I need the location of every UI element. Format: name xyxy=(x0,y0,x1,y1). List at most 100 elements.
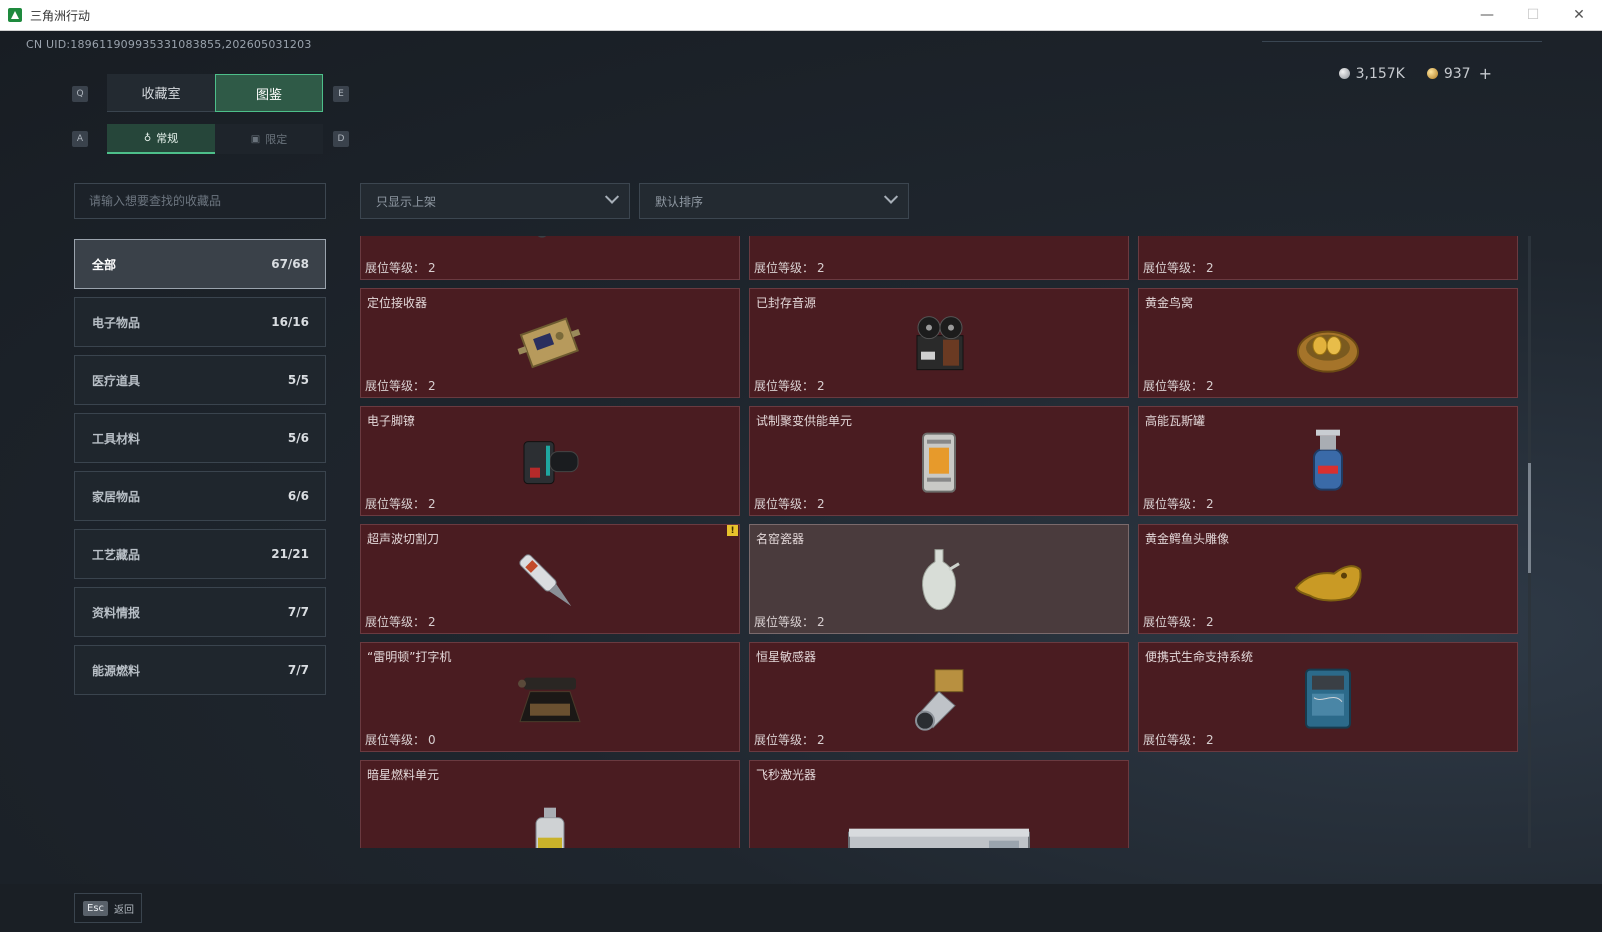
sort-dropdown-value: 默认排序 xyxy=(655,194,704,209)
item-level-value: 0 xyxy=(428,733,436,747)
item-level-value: 2 xyxy=(428,497,436,511)
category-label: 医疗道具 xyxy=(92,373,141,388)
category-label: 全部 xyxy=(92,257,117,272)
reel-recorder-icon xyxy=(897,303,981,387)
item-level-label: 展位等级： xyxy=(754,733,815,747)
subtab-regular[interactable]: ♁ 常规 xyxy=(107,124,215,154)
item-level-label: 展位等级： xyxy=(365,261,426,275)
item-level-value: 2 xyxy=(1206,261,1214,275)
category-label: 家居物品 xyxy=(92,489,141,504)
minimize-button[interactable]: — xyxy=(1464,0,1510,31)
sort-dropdown[interactable]: 默认排序 xyxy=(639,183,909,219)
item-level-label: 展位等级： xyxy=(365,733,426,747)
search-input[interactable] xyxy=(74,183,326,219)
window-titlebar: 三角洲行动 — ☐ ✕ xyxy=(0,0,1602,31)
item-level: 展位等级： 2 xyxy=(1143,731,1214,748)
fuel-canister-icon xyxy=(508,796,592,848)
key-hint-e: E xyxy=(333,86,349,102)
limited-icon: ▣ xyxy=(250,133,261,145)
gold-coin-icon xyxy=(1426,68,1438,79)
collection-item-card[interactable]: 超声波切割刀 展位等级： 2! xyxy=(360,524,740,634)
item-level: 展位等级： 0 xyxy=(365,731,436,748)
item-name: 电子脚镣 xyxy=(367,414,416,428)
collection-item-card[interactable]: 电子脚镣展位等级： 2 xyxy=(360,406,740,516)
item-level: 展位等级： 2 xyxy=(754,377,825,394)
filter-dropdown[interactable]: 只显示上架 xyxy=(360,183,630,219)
item-level-value: 2 xyxy=(1206,497,1214,511)
add-currency-button[interactable]: + xyxy=(1479,64,1492,83)
category-household[interactable]: 家居物品 6/6 xyxy=(74,471,326,521)
collection-item-card[interactable]: 展位等级： 2 xyxy=(360,236,740,280)
main-area: CN UID:18961190993533108385​5,2026050312… xyxy=(0,31,1602,884)
item-name: 便携式生命支持系统 xyxy=(1145,650,1254,664)
category-count: 21/21 xyxy=(271,547,309,561)
item-grid-viewport: 展位等级： 2 展位等级： 2 展位等级： 2 定位接收器 展位等级： 2 已封存音源 展位等级： 2… xyxy=(360,236,1520,848)
item-level: 展位等级： 2 xyxy=(365,495,436,512)
category-label: 能源燃料 xyxy=(92,663,141,678)
app-logo-icon xyxy=(8,8,22,22)
item-level: 展位等级： 2 xyxy=(754,613,825,630)
collection-item-card[interactable]: 定位接收器展位等级： 2 xyxy=(360,288,740,398)
chevron-down-icon xyxy=(604,189,620,204)
category-energy[interactable]: 能源燃料 7/7 xyxy=(74,645,326,695)
item-level-label: 展位等级： xyxy=(1143,615,1204,629)
back-button[interactable]: Esc 返回 xyxy=(74,893,142,923)
item-level-value: 2 xyxy=(428,379,436,393)
collection-item-card[interactable]: 飞秒激光器 xyxy=(749,760,1129,848)
collection-item-card[interactable]: 便携式生命支持系统 展位等级： 2 xyxy=(1138,642,1518,752)
collection-item-card[interactable]: 展位等级： 2 xyxy=(749,236,1129,280)
item-level: 展位等级： 2 xyxy=(1143,495,1214,512)
item-grid: 展位等级： 2 展位等级： 2 展位等级： 2 定位接收器 展位等级： 2 已封存音源 展位等级： 2… xyxy=(360,236,1518,848)
item-name: 飞秒激光器 xyxy=(756,768,817,782)
regular-icon: ♁ xyxy=(143,132,152,144)
silver-currency: 3,157K xyxy=(1338,65,1405,82)
item-level-value: 2 xyxy=(428,615,436,629)
bottom-bar: Esc 返回 xyxy=(0,884,1602,932)
collection-item-card[interactable]: 高能瓦斯罐展位等级： 2 xyxy=(1138,406,1518,516)
item-level-value: 2 xyxy=(817,733,825,747)
collection-item-card[interactable]: 试制聚变供能单元 展位等级： 2 xyxy=(749,406,1129,516)
collection-item-card[interactable]: 黄金鳄鱼头雕像 展位等级： 2 xyxy=(1138,524,1518,634)
collection-item-card[interactable]: 暗星燃料单元 xyxy=(360,760,740,848)
item-level: 展位等级： 2 xyxy=(365,377,436,394)
item-level-label: 展位等级： xyxy=(754,497,815,511)
close-button[interactable]: ✕ xyxy=(1556,0,1602,31)
item-level-label: 展位等级： xyxy=(754,379,815,393)
item-name: 高能瓦斯罐 xyxy=(1145,414,1206,428)
category-electronics[interactable]: 电子物品 16/16 xyxy=(74,297,326,347)
collection-item-card[interactable]: 名窑瓷器 展位等级： 2 xyxy=(749,524,1129,634)
tab-catalog[interactable]: 图鉴 xyxy=(215,74,323,112)
item-name: 试制聚变供能单元 xyxy=(756,414,853,428)
category-label: 工艺藏品 xyxy=(92,547,141,562)
sub-tabs: ♁ 常规 ▣ 限定 xyxy=(107,124,323,154)
item-name: 定位接收器 xyxy=(367,296,428,310)
item-level-label: 展位等级： xyxy=(1143,733,1204,747)
laser-device-icon xyxy=(839,802,1039,848)
category-medical[interactable]: 医疗道具 5/5 xyxy=(74,355,326,405)
category-intel[interactable]: 资料情报 7/7 xyxy=(74,587,326,637)
maximize-button[interactable]: ☐ xyxy=(1510,0,1556,31)
collection-item-card[interactable]: 恒星敏感器 展位等级： 2 xyxy=(749,642,1129,752)
category-tools[interactable]: 工具材料 5/6 xyxy=(74,413,326,463)
item-level-label: 展位等级： xyxy=(754,261,815,275)
item-level-value: 2 xyxy=(817,497,825,511)
subtab-limited[interactable]: ▣ 限定 xyxy=(215,124,323,154)
silver-amount: 3,157K xyxy=(1355,65,1405,82)
collection-item-card[interactable]: 已封存音源展位等级： 2 xyxy=(749,288,1129,398)
collection-item-card[interactable]: 黄金鸟窝 展位等级： 2 xyxy=(1138,288,1518,398)
category-all[interactable]: 全部 67/68 xyxy=(74,239,326,289)
collection-item-card[interactable]: 展位等级： 2 xyxy=(1138,236,1518,280)
esc-key: Esc xyxy=(83,900,109,916)
warning-icon: ! xyxy=(727,525,738,536)
tab-collection-room[interactable]: 收藏室 xyxy=(107,74,215,112)
item-name: 已封存音源 xyxy=(756,296,817,310)
item-level: 展位等级： 2 xyxy=(365,613,436,630)
silver-coin-icon xyxy=(1338,68,1350,79)
scrollbar-thumb[interactable] xyxy=(1528,463,1531,573)
item-name: 黄金鳄鱼头雕像 xyxy=(1145,532,1230,546)
category-crafts[interactable]: 工艺藏品 21/21 xyxy=(74,529,326,579)
category-count: 7/7 xyxy=(287,605,309,619)
collection-item-card[interactable]: “雷明顿”打字机 展位等级： 0 xyxy=(360,642,740,752)
item-level: 展位等级： 2 xyxy=(754,495,825,512)
ankle-monitor-icon xyxy=(508,421,592,505)
